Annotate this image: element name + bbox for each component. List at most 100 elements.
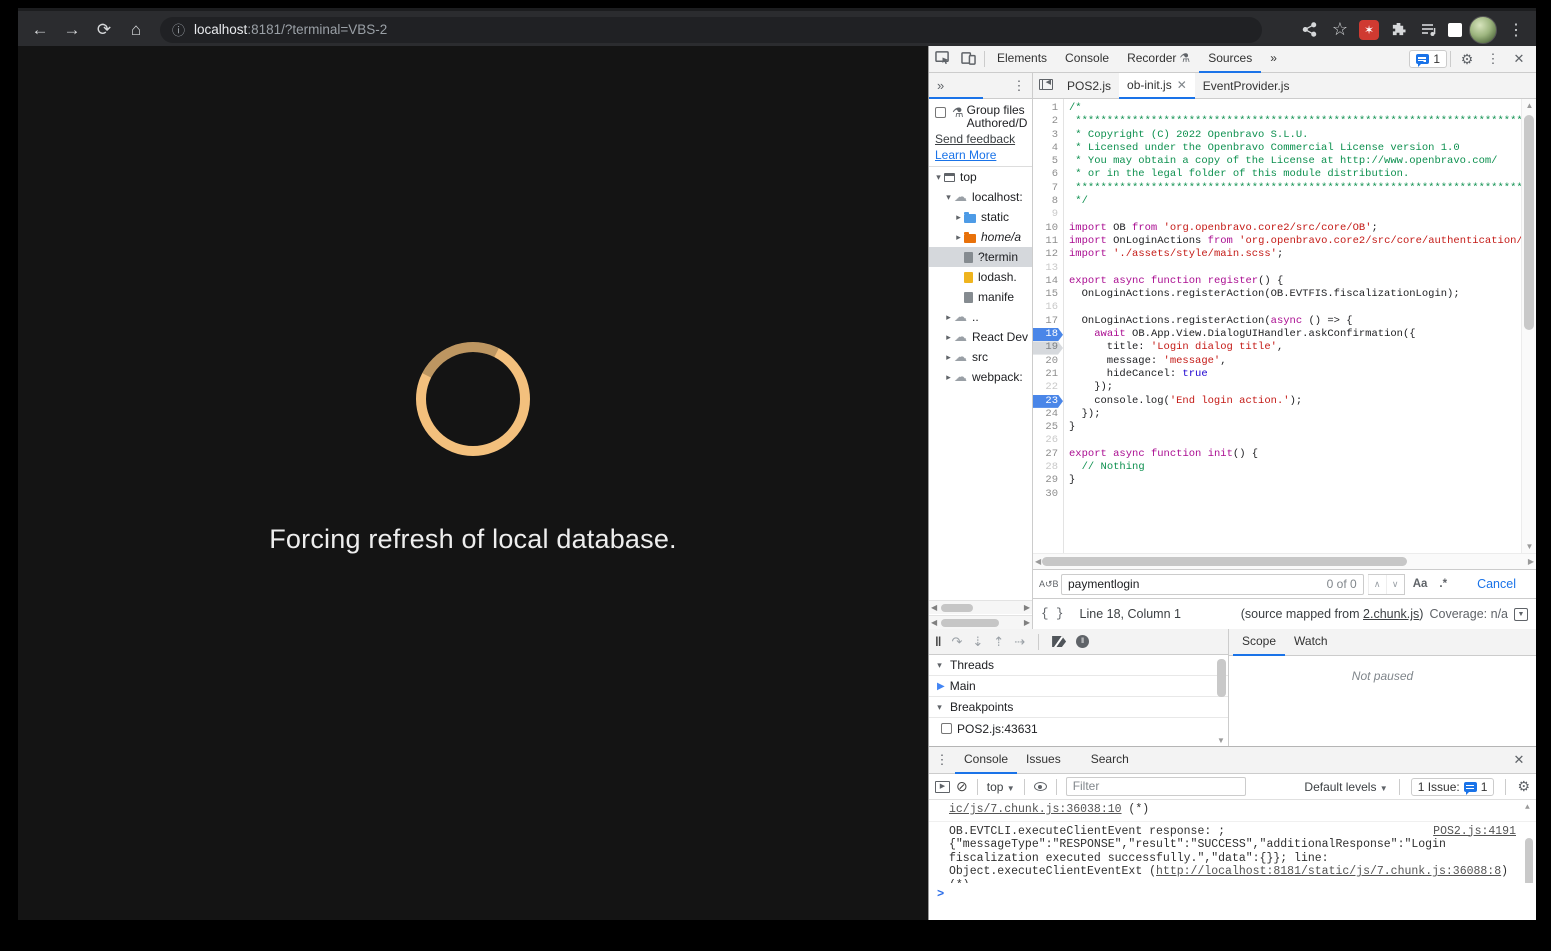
console-filter-input[interactable]: Filter [1066,777,1246,796]
browser-menu-icon[interactable]: ⋮ [1504,18,1528,42]
tab-scope[interactable]: Scope [1233,629,1285,656]
reload-button[interactable]: ⟳ [88,20,120,40]
line-number[interactable]: 1 [1033,102,1063,115]
tree-item-static[interactable]: ▸static [929,207,1032,227]
editor-horizontal-scrollbar[interactable]: ◀▶ [1033,553,1536,569]
step-icon[interactable]: ⇢ [1014,634,1025,650]
tree-arrow-icon[interactable]: ▸ [943,312,954,323]
line-number[interactable]: 8 [1033,195,1063,208]
search-input[interactable]: paymentlogin 0 of 0 [1061,574,1364,595]
regex-button[interactable]: .* [1435,578,1451,590]
line-number[interactable]: 29 [1033,474,1063,487]
tab-search[interactable]: Search [1082,747,1138,774]
tab-close-icon[interactable]: ✕ [1177,73,1187,97]
more-panels-icon[interactable]: » [1261,46,1286,73]
tree-item-manife[interactable]: manife [929,287,1032,307]
step-into-icon[interactable]: ⇣ [972,634,983,650]
live-expression-icon[interactable] [1034,782,1047,791]
line-number[interactable]: 6 [1033,168,1063,181]
tree-item-home-a[interactable]: ▸home/a [929,227,1032,247]
line-number[interactable]: 13 [1033,262,1063,275]
line-number[interactable]: 20 [1033,355,1063,368]
line-number[interactable]: 9 [1033,208,1063,221]
tab-watch[interactable]: Watch [1285,629,1337,656]
step-over-icon[interactable]: ↷ [951,634,962,650]
search-prev-icon[interactable]: ∧ [1368,575,1386,594]
breakpoint-checkbox[interactable] [941,723,952,734]
tree-item--termin[interactable]: ?termin [929,247,1032,267]
breakpoint-row[interactable]: POS2.js:43631 [929,718,1228,739]
drawer-close-icon[interactable]: ✕ [1506,752,1532,768]
line-number[interactable]: 12 [1033,248,1063,261]
tab-sources[interactable]: Sources [1199,46,1261,73]
line-number[interactable]: 24 [1033,408,1063,421]
profile-avatar[interactable] [1469,16,1497,44]
breakpoint-marker[interactable]: 18 [1033,328,1063,341]
line-number[interactable]: 25 [1033,421,1063,434]
file-tab-ob-init[interactable]: ob-init.js✕ [1119,73,1195,99]
line-number[interactable]: 15 [1033,288,1063,301]
tree-arrow-icon[interactable]: ▸ [953,232,964,243]
line-number[interactable]: 2 [1033,115,1063,128]
tree-arrow-icon[interactable]: ▾ [933,172,944,183]
learn-more-link[interactable]: Learn More [935,148,1028,162]
tree-item-top[interactable]: ▾top [929,167,1032,187]
debugger-scrollbar[interactable]: ▼ [1217,659,1226,743]
match-case-button[interactable]: Aa [1409,578,1432,590]
file-tab-pos2[interactable]: POS2.js [1059,73,1119,99]
console-issues-badge[interactable]: 1 Issue:1 [1411,778,1495,796]
playlist-icon[interactable] [1417,18,1441,42]
tree-item-webpack-[interactable]: ▸☁webpack: [929,367,1032,387]
tab-elements[interactable]: Elements [988,46,1056,73]
line-number[interactable]: 3 [1033,129,1063,142]
file-tab-eventprovider[interactable]: EventProvider.js [1195,73,1298,99]
tree-item-react-dev[interactable]: ▸☁React Dev [929,327,1032,347]
search-cancel-button[interactable]: Cancel [1463,577,1530,591]
tree-arrow-icon[interactable]: ▾ [943,192,954,203]
editor-vertical-scrollbar[interactable]: ▲▼ [1521,99,1536,553]
source-map-link[interactable]: 2.chunk.js [1363,607,1419,621]
device-toolbar-icon[interactable] [955,51,981,68]
line-number[interactable]: 27 [1033,448,1063,461]
line-number[interactable]: 21 [1033,368,1063,381]
console-prompt[interactable]: > [929,883,1536,923]
line-number[interactable]: 7 [1033,182,1063,195]
chunk-link[interactable]: http://localhost:8181/static/js/7.chunk.… [1156,865,1501,878]
message-source-link[interactable]: POS2.js:4191 [1433,825,1516,839]
pause-script-icon[interactable]: ‖ [935,634,941,649]
pretty-print-icon[interactable]: { } [1041,607,1064,621]
back-button[interactable]: ← [24,20,56,40]
context-selector[interactable]: top ▼ [987,780,1015,794]
pause-on-exceptions-icon[interactable]: ‖ [1076,635,1089,648]
navigator-scrollbar-2[interactable]: ◀▶ [929,615,1032,629]
issues-badge[interactable]: 1 [1409,50,1447,68]
settings-gear-icon[interactable]: ⚙ [1454,51,1480,68]
tab-issues[interactable]: Issues [1017,747,1070,774]
line-number[interactable]: 22 [1033,381,1063,394]
line-number[interactable]: 5 [1033,155,1063,168]
source-options-icon[interactable]: ▼ [1514,608,1528,621]
forward-button[interactable]: → [56,20,88,40]
search-next-icon[interactable]: ∨ [1386,575,1404,594]
tree-item-localhost-[interactable]: ▾☁localhost: [929,187,1032,207]
tab-console[interactable]: Console [1056,46,1118,73]
extension-icon[interactable]: ✶ [1359,20,1379,40]
devtools-close-icon[interactable]: ✕ [1506,51,1532,67]
log-levels-selector[interactable]: Default levels ▼ [1304,780,1387,794]
hide-navigator-icon[interactable] [1033,78,1059,93]
url-bar[interactable]: ⓘ localhost:8181/?terminal=VBS-2 [160,17,1262,43]
line-number[interactable]: 4 [1033,142,1063,155]
line-number[interactable]: 10 [1033,222,1063,235]
tab-console-drawer[interactable]: Console [955,747,1017,774]
breakpoint-marker[interactable]: 23 [1033,395,1063,408]
tree-arrow-icon[interactable]: ▸ [943,332,954,343]
console-sidebar-icon[interactable]: ▶ [935,781,950,793]
page-info-icon[interactable]: ⓘ [172,20,185,39]
line-number[interactable]: 30 [1033,488,1063,501]
deactivate-breakpoints-icon[interactable] [1052,636,1066,647]
home-button[interactable]: ⌂ [120,20,152,40]
breakpoints-section-header[interactable]: ▾Breakpoints [929,697,1228,718]
code-editor[interactable]: 1234567891011121314151617181920212223242… [1033,99,1536,553]
tree-arrow-icon[interactable]: ▸ [943,372,954,383]
clear-console-icon[interactable]: ⊘ [956,778,968,795]
